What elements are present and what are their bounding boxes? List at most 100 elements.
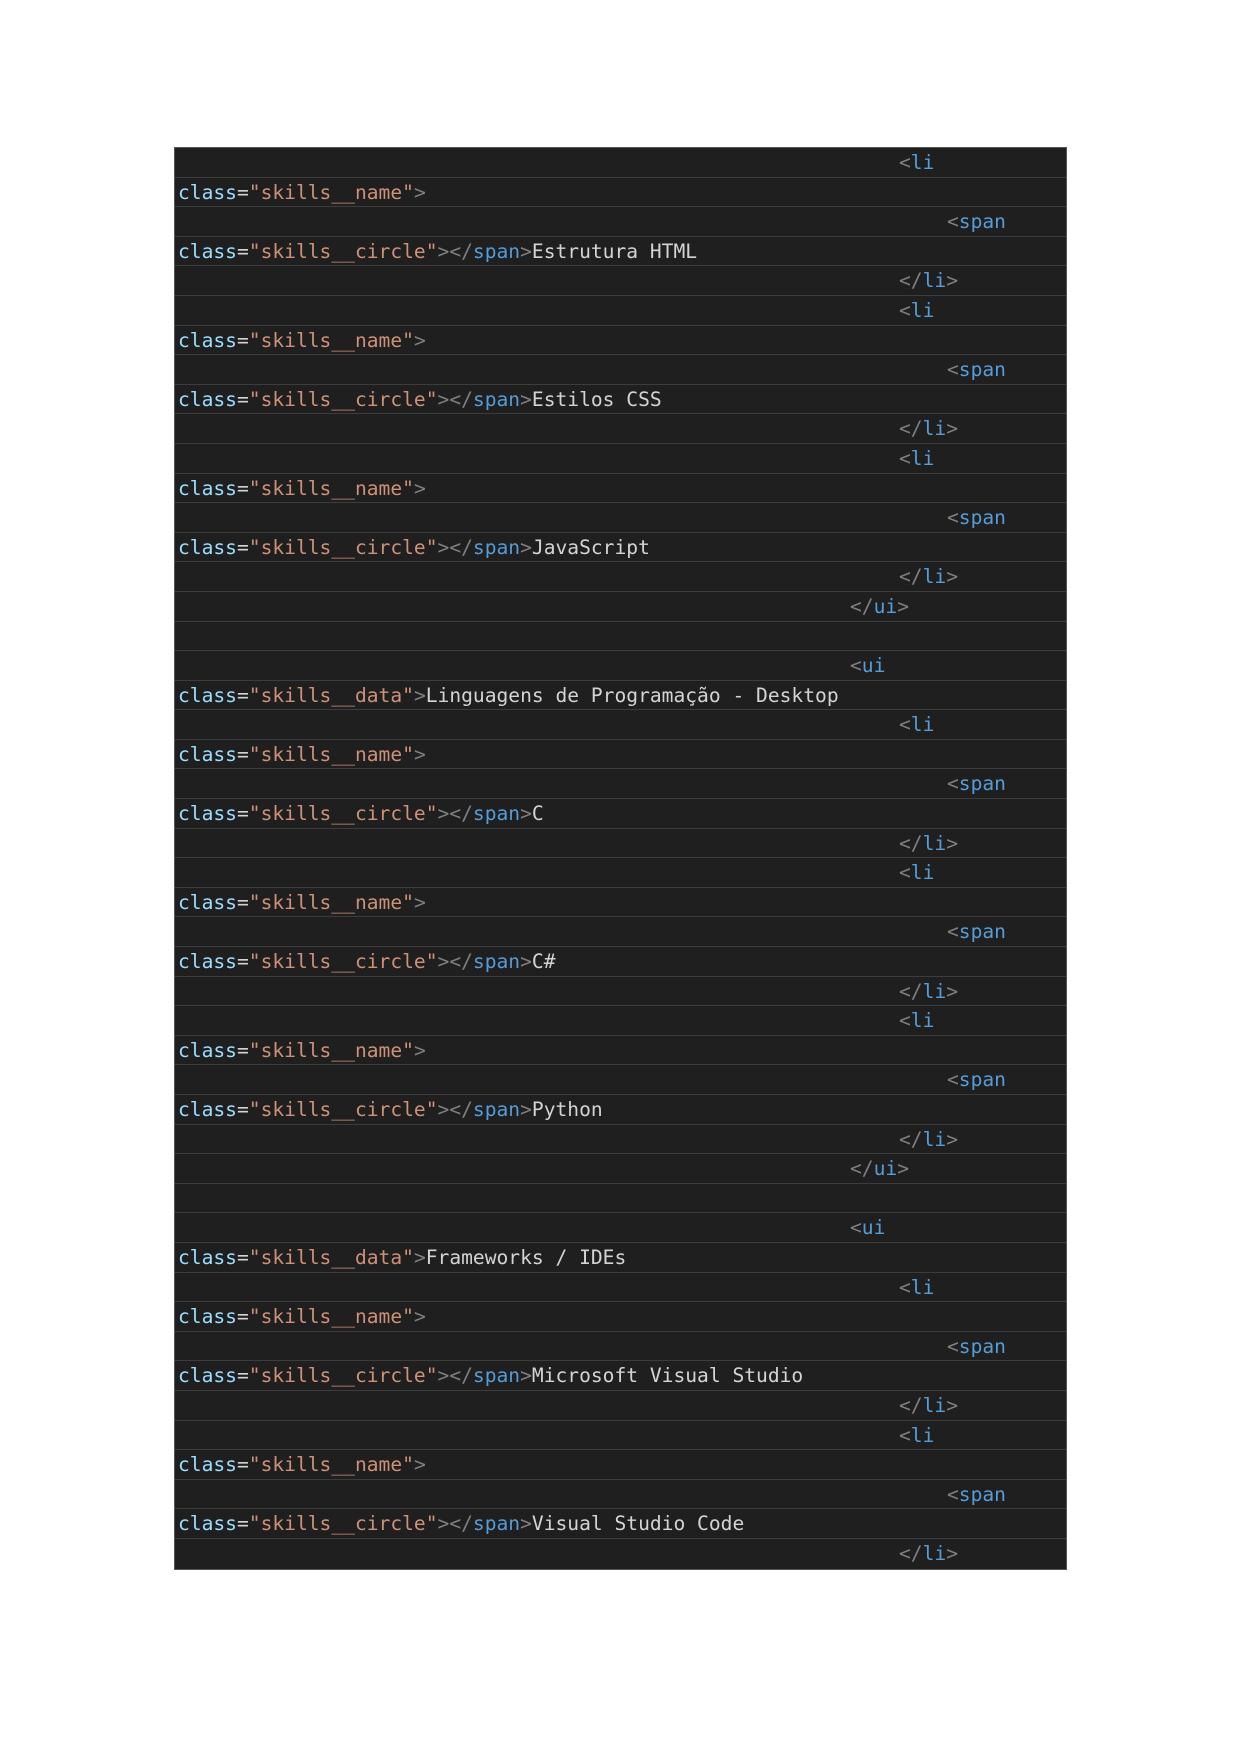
- code-token-text: Estrutura HTML: [531, 239, 698, 263]
- code-token-punc: >: [413, 180, 426, 204]
- code-token-tag: li: [922, 831, 947, 855]
- code-token-eq: =: [236, 890, 249, 914]
- code-token-punc: </: [899, 269, 923, 293]
- code-token-str: "skills__name": [248, 476, 414, 500]
- code-token-str: "skills__name": [248, 1305, 414, 1329]
- code-token-attr: class: [178, 1098, 237, 1121]
- code-token-tag: span: [472, 1098, 521, 1121]
- code-token-eq: =: [236, 535, 249, 559]
- code-token-text: Linguagens de Programação - Desktop: [425, 683, 839, 707]
- code-line: class="skills__data">Frameworks / IDEs: [175, 1243, 1066, 1273]
- code-token-punc: </: [899, 565, 923, 589]
- code-token-attr: class: [178, 1364, 237, 1388]
- code-token-tag: span: [472, 802, 521, 826]
- code-token-eq: =: [236, 1305, 249, 1329]
- code-token-punc: >: [946, 1127, 958, 1151]
- code-token-tag: ui: [873, 1157, 898, 1181]
- code-line: class="skills__name">: [175, 474, 1066, 504]
- code-token-tag: li: [910, 1423, 935, 1447]
- code-token-punc: >: [413, 476, 426, 500]
- code-token-tag: ui: [873, 594, 898, 618]
- code-line: <li: [175, 148, 1066, 178]
- code-token-punc: >: [413, 1038, 426, 1062]
- code-token-text: Visual Studio Code: [531, 1512, 745, 1536]
- code-token-punc: ></: [437, 239, 473, 263]
- code-token-eq: =: [236, 180, 249, 204]
- code-line: </li>: [175, 266, 1066, 296]
- code-token-tag: ui: [861, 654, 886, 678]
- code-line: class="skills__circle"></span>Estilos CS…: [175, 385, 1066, 415]
- code-line: class="skills__circle"></span>Python: [175, 1095, 1066, 1125]
- code-token-eq: =: [236, 1512, 249, 1536]
- code-token-text: C#: [531, 950, 556, 974]
- code-token-eq: =: [236, 742, 249, 766]
- code-token-tag: li: [910, 1009, 935, 1033]
- code-line: class="skills__name">: [175, 1036, 1066, 1066]
- code-token-eq: =: [236, 1098, 249, 1121]
- code-token-punc: ></: [437, 535, 473, 559]
- code-token-punc: ></: [437, 1098, 473, 1121]
- code-line: <span: [175, 207, 1066, 237]
- code-token-tag: li: [922, 1541, 947, 1565]
- code-token-punc: </: [899, 979, 923, 1003]
- code-line: class="skills__circle"></span>JavaScript: [175, 533, 1066, 563]
- code-token-tag: li: [922, 417, 947, 441]
- code-token-attr: class: [178, 950, 237, 974]
- code-token-punc: >: [897, 1157, 909, 1181]
- code-token-str: "skills__circle": [248, 239, 438, 263]
- code-token-str: "skills__data": [248, 1245, 414, 1269]
- code-line: class="skills__circle"></span>Visual Stu…: [175, 1509, 1066, 1539]
- code-token-str: "skills__name": [248, 328, 414, 352]
- code-token-tag: span: [958, 1334, 1006, 1358]
- code-token-str: "skills__circle": [248, 1364, 438, 1388]
- code-line: </ui>: [175, 1154, 1066, 1184]
- code-token-text: JavaScript: [531, 535, 650, 559]
- code-token-punc: </: [899, 1541, 923, 1565]
- code-line: class="skills__name">: [175, 1450, 1066, 1480]
- code-line: class="skills__name">: [175, 888, 1066, 918]
- code-token-punc: >: [520, 1364, 532, 1388]
- code-token-tag: span: [958, 358, 1006, 382]
- code-token-tag: li: [922, 565, 947, 589]
- code-token-eq: =: [236, 387, 249, 411]
- code-token-tag: span: [958, 210, 1006, 234]
- code-token-punc: </: [850, 1157, 874, 1181]
- code-token-punc: >: [946, 565, 958, 589]
- code-token-punc: >: [413, 1305, 426, 1329]
- code-line: <span: [175, 1332, 1066, 1362]
- code-token-punc: >: [946, 979, 958, 1003]
- code-line: class="skills__name">: [175, 740, 1066, 770]
- code-line: </li>: [175, 1539, 1066, 1569]
- code-line: </li>: [175, 977, 1066, 1007]
- code-token-punc: >: [520, 802, 532, 826]
- code-token-punc: <: [947, 358, 959, 382]
- code-token-punc: ></: [437, 950, 473, 974]
- code-token-punc: <: [947, 920, 959, 944]
- code-token-punc: >: [520, 535, 532, 559]
- code-token-tag: span: [958, 1482, 1006, 1506]
- code-line: <span: [175, 503, 1066, 533]
- code-token-punc: >: [520, 387, 532, 411]
- code-token-tag: span: [472, 239, 521, 263]
- code-line: <ui: [175, 651, 1066, 681]
- code-line: <ui: [175, 1213, 1066, 1243]
- code-token-text: Estilos CSS: [531, 387, 662, 411]
- code-line: <span: [175, 1065, 1066, 1095]
- code-token-tag: span: [958, 1068, 1006, 1092]
- code-line: </li>: [175, 414, 1066, 444]
- code-token-punc: >: [520, 950, 532, 974]
- code-token-attr: class: [178, 742, 237, 766]
- code-token-punc: >: [520, 1098, 532, 1121]
- code-token-str: "skills__circle": [248, 535, 438, 559]
- code-token-attr: class: [178, 1038, 237, 1062]
- code-line: </li>: [175, 1391, 1066, 1421]
- code-token-tag: li: [922, 1393, 947, 1417]
- code-token-punc: <: [899, 713, 911, 737]
- code-token-text: Microsoft Visual Studio: [531, 1364, 804, 1388]
- code-token-punc: </: [899, 831, 923, 855]
- code-line: </li>: [175, 829, 1066, 859]
- code-token-punc: <: [947, 506, 959, 530]
- code-line: </ui>: [175, 592, 1066, 622]
- code-token-attr: class: [178, 476, 237, 500]
- code-token-punc: <: [947, 772, 959, 796]
